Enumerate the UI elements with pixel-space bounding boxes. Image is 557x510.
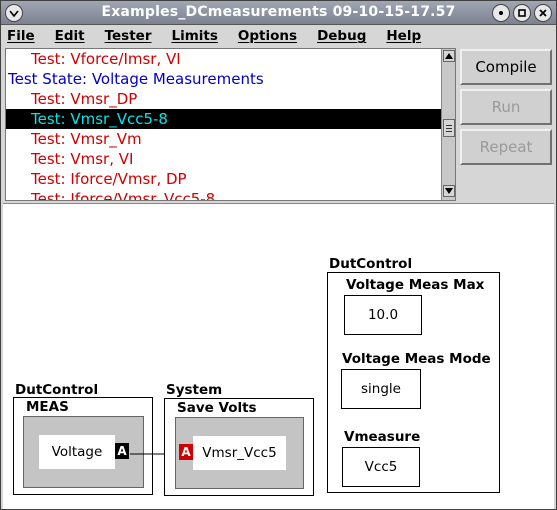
list-item[interactable]: Test: Iforce/Vmsr_Vcc5-8 [6,189,442,200]
input-port-icon[interactable]: A [179,444,193,460]
list-item-selected[interactable]: Test: Vmsr_Vcc5-8 [6,109,442,129]
window-title: Examples_DCmeasurements 09-10-15-17.57 [101,4,456,20]
menu-bar: File Edit Tester Limits Options Debug He… [1,25,556,47]
scroll-thumb[interactable] [443,119,455,137]
param-value-field[interactable]: single [341,369,421,409]
list-item[interactable]: Test: Vmsr_DP [6,89,442,109]
system-block[interactable]: Save Volts A Vmsr_Vcc5 [164,398,314,496]
menu-options[interactable]: Options [238,28,297,44]
title-bar: Examples_DCmeasurements 09-10-15-17.57 [1,1,556,25]
maximize-icon[interactable] [513,4,531,22]
scroll-down-icon[interactable] [443,185,455,197]
list-item[interactable]: Test: Vmsr, VI [6,149,442,169]
param-value-field[interactable]: Vcc5 [342,447,420,487]
flow-canvas[interactable]: DutControl MEAS Voltage A System Save Vo… [3,203,554,509]
compile-button[interactable]: Compile [460,49,552,85]
dut-right-group-label: DutControl [329,256,413,272]
run-button[interactable]: Run [460,89,552,125]
system-block-label: Save Volts [177,400,257,416]
minimize-icon[interactable] [492,4,510,22]
param-label: Vmeasure [344,429,421,445]
repeat-button[interactable]: Repeat [460,129,552,165]
test-list[interactable]: Test: Vforce/Imsr, VI Test State: Voltag… [5,48,456,201]
menu-file[interactable]: File [7,28,35,44]
menu-limits[interactable]: Limits [171,28,217,44]
dut-right-block[interactable]: Voltage Meas Max 10.0 Voltage Meas Mode … [327,272,500,493]
param-value-field[interactable]: 10.0 [344,295,422,335]
list-item[interactable]: Test: Vmsr_Vm [6,129,442,149]
menu-edit[interactable]: Edit [55,28,85,44]
list-item[interactable]: Test: Iforce/Vmsr, DP [6,169,442,189]
menu-tester[interactable]: Tester [105,28,152,44]
param-label: Voltage Meas Mode [342,351,491,367]
menu-help[interactable]: Help [386,28,421,44]
scroll-up-icon[interactable] [443,50,455,62]
list-item[interactable]: Test State: Voltage Measurements [6,69,442,89]
system-group-label: System [166,382,223,398]
param-label: Voltage Meas Max [346,277,485,293]
system-inner: A Vmsr_Vcc5 [175,417,304,489]
list-scrollbar[interactable] [441,49,455,200]
list-item[interactable]: Test: Vforce/Imsr, VI [6,49,442,69]
system-cell: Vmsr_Vcc5 [193,436,286,470]
menu-debug[interactable]: Debug [317,28,366,44]
app-window: Examples_DCmeasurements 09-10-15-17.57 F… [0,0,557,510]
close-icon[interactable] [534,4,552,22]
